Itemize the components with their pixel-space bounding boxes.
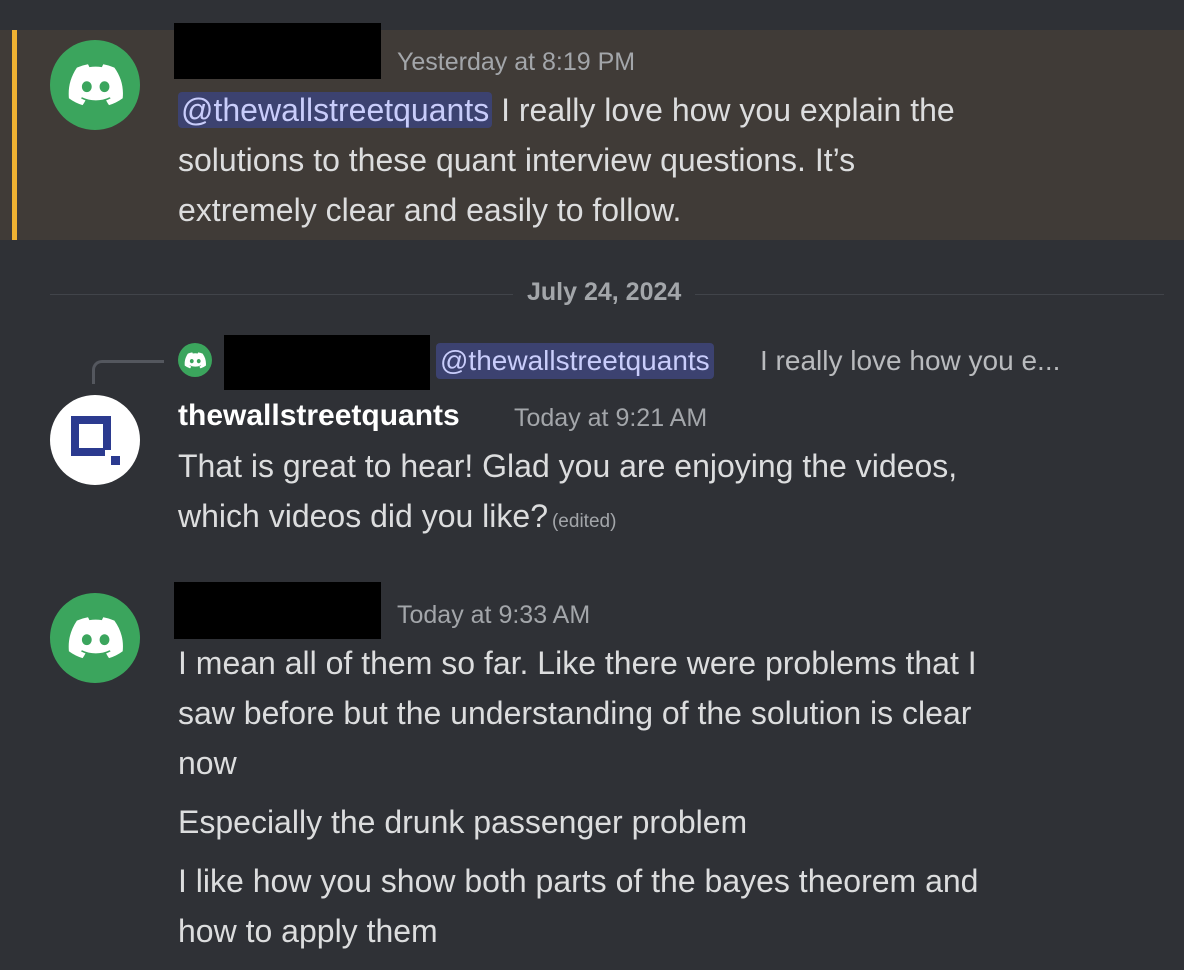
message-text: I really love how you explain the bbox=[492, 92, 955, 128]
user-avatar[interactable] bbox=[50, 395, 140, 485]
message-text: which videos did you like? bbox=[178, 498, 548, 534]
user-avatar[interactable] bbox=[50, 593, 140, 683]
date-divider-label: July 24, 2024 bbox=[513, 278, 696, 307]
message-text-line: now bbox=[178, 745, 237, 781]
message-text-line: solutions to these quant interview quest… bbox=[178, 142, 856, 178]
redacted-reply-username bbox=[224, 335, 430, 390]
reply-avatar[interactable] bbox=[178, 343, 212, 377]
message-text-line: which videos did you like? (edited) bbox=[178, 496, 616, 542]
message-text-line: how to apply them bbox=[178, 913, 438, 949]
message-text-line: I mean all of them so far. Like there we… bbox=[178, 645, 977, 681]
discord-logo-icon bbox=[68, 617, 123, 659]
message-text-line: extremely clear and easily to follow. bbox=[178, 192, 682, 228]
message-timestamp[interactable]: Today at 9:33 AM bbox=[397, 601, 590, 630]
message-text-line: saw before but the understanding of the … bbox=[178, 695, 972, 731]
message-text-line: That is great to hear! Glad you are enjo… bbox=[178, 448, 958, 484]
chat-message-list: Yesterday at 8:19 PM @thewallstreetquant… bbox=[0, 0, 1184, 970]
edited-label: (edited) bbox=[551, 511, 617, 532]
reply-user-mention[interactable]: @thewallstreetquants bbox=[436, 343, 714, 379]
discord-logo-icon bbox=[184, 351, 206, 368]
message-text-line: @thewallstreetquants I really love how y… bbox=[178, 90, 955, 130]
user-avatar[interactable] bbox=[50, 40, 140, 130]
user-mention[interactable]: @thewallstreetquants bbox=[178, 92, 493, 128]
redacted-username bbox=[174, 23, 381, 79]
message-timestamp[interactable]: Today at 9:21 AM bbox=[514, 404, 707, 433]
message-text-line: Especially the drunk passenger problem bbox=[178, 804, 748, 840]
reply-preview-text[interactable]: I really love how you e... bbox=[760, 343, 1060, 379]
redacted-username bbox=[174, 582, 381, 639]
mention-highlight-bar bbox=[12, 30, 17, 240]
reply-connector bbox=[92, 360, 164, 384]
message-author[interactable]: thewallstreetquants bbox=[178, 399, 460, 433]
discord-logo-icon bbox=[68, 64, 123, 106]
wallstreetquants-logo-icon bbox=[71, 416, 120, 465]
message-timestamp[interactable]: Yesterday at 8:19 PM bbox=[397, 48, 635, 77]
message-text-line: I like how you show both parts of the ba… bbox=[178, 863, 979, 899]
